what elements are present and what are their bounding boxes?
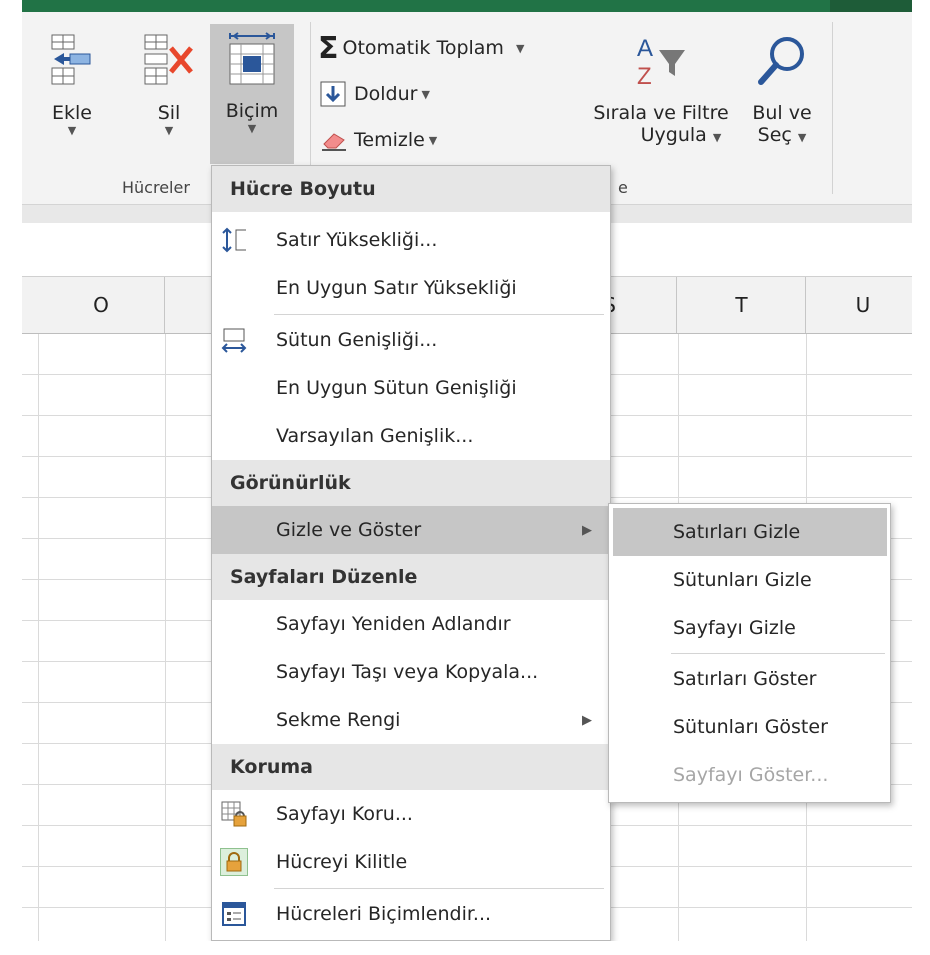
- section-header-protection: Koruma: [212, 744, 610, 790]
- group-label-cells: Hücreler: [122, 178, 190, 197]
- protect-sheet-icon: [220, 800, 248, 828]
- row-height-icon: [220, 226, 248, 254]
- chevron-down-icon: ▼: [797, 131, 807, 144]
- column-width-icon: [220, 326, 248, 354]
- clear-button[interactable]: Temizle ▼: [320, 122, 437, 158]
- menu-separator: [274, 314, 604, 315]
- column-header[interactable]: T: [678, 277, 806, 333]
- column-header[interactable]: O: [38, 277, 165, 333]
- chevron-down-icon: ▼: [67, 124, 77, 137]
- insert-cells-label: Ekle: [52, 102, 92, 124]
- menu-item-protect-sheet[interactable]: Sayfayı Koru...: [212, 790, 610, 838]
- menu-item-label: Gizle ve Göster: [276, 519, 422, 541]
- clear-label: Temizle: [354, 129, 425, 151]
- submenu-item-hide-rows[interactable]: Satırları Gizle: [613, 508, 887, 556]
- menu-item-label: Sayfayı Göster...: [673, 764, 829, 786]
- menu-separator: [274, 888, 604, 889]
- menu-item-autofit-row-height[interactable]: En Uygun Satır Yüksekliği: [212, 264, 610, 312]
- svg-text:A: A: [637, 35, 653, 62]
- submenu-item-hide-columns[interactable]: Sütunları Gizle: [609, 556, 890, 604]
- format-cells-dialog-icon: [220, 900, 248, 928]
- format-cells-button[interactable]: Biçim ▼: [210, 24, 294, 164]
- menu-item-label: Sütunları Gizle: [673, 569, 812, 591]
- format-cells-label: Biçim: [225, 100, 279, 122]
- chevron-down-icon: ▼: [247, 122, 257, 135]
- insert-cells-icon: [51, 34, 91, 85]
- menu-item-lock-cell[interactable]: Hücreyi Kilitle: [212, 838, 610, 886]
- chevron-down-icon: ▼: [164, 124, 174, 137]
- menu-item-label: Hücreleri Biçimlendir...: [276, 903, 492, 925]
- fill-label: Doldur: [354, 83, 418, 105]
- format-cells-icon: [229, 32, 275, 85]
- menu-item-autofit-column-width[interactable]: En Uygun Sütun Genişliği: [212, 364, 610, 412]
- format-dropdown-menu: Hücre Boyutu Satır Yüksekliği... En Uygu…: [211, 165, 611, 941]
- excel-window: Ekle ▼ Sil ▼ Biçim ▼ Hücreler Σ Otomatik…: [0, 0, 930, 955]
- title-bar: [22, 0, 920, 12]
- sigma-icon: Σ: [318, 30, 339, 66]
- delete-cells-button[interactable]: Sil ▼: [132, 32, 206, 137]
- menu-item-label: Sayfayı Taşı veya Kopyala...: [276, 661, 539, 683]
- delete-cells-icon: [144, 34, 193, 85]
- menu-item-label: Varsayılan Genişlik...: [276, 425, 474, 447]
- column-header[interactable]: U: [806, 277, 920, 333]
- chevron-down-icon: ▼: [421, 87, 430, 101]
- menu-item-label: Satırları Göster: [673, 668, 817, 690]
- submenu-item-unhide-sheet: Sayfayı Göster...: [609, 751, 890, 799]
- autosum-button[interactable]: Σ Otomatik Toplam ▼: [318, 30, 524, 66]
- menu-item-format-cells[interactable]: Hücreleri Biçimlendir...: [212, 890, 610, 938]
- menu-item-rename-sheet[interactable]: Sayfayı Yeniden Adlandır: [212, 600, 610, 648]
- menu-item-label: En Uygun Sütun Genişliği: [276, 377, 517, 399]
- section-header-visibility: Görünürlük: [212, 460, 610, 506]
- submenu-item-unhide-columns[interactable]: Sütunları Göster: [609, 703, 890, 751]
- chevron-right-icon: ▶: [582, 522, 592, 538]
- menu-item-move-copy-sheet[interactable]: Sayfayı Taşı veya Kopyala...: [212, 648, 610, 696]
- menu-item-label: Sayfayı Koru...: [276, 803, 413, 825]
- autosum-label: Otomatik Toplam: [342, 37, 504, 59]
- delete-cells-label: Sil: [157, 102, 181, 124]
- menu-item-tab-color[interactable]: Sekme Rengi ▶: [212, 696, 610, 744]
- svg-text:Z: Z: [637, 63, 652, 90]
- section-header-organize-sheets: Sayfaları Düzenle: [212, 554, 610, 600]
- sort-filter-label: Sırala ve Filtre: [593, 102, 729, 124]
- find-select-button[interactable]: Bul ve Seç ▼: [740, 32, 824, 146]
- chevron-down-icon: ▼: [515, 41, 525, 55]
- group-label-editing: e: [618, 178, 628, 197]
- lock-icon: [220, 848, 248, 876]
- menu-item-label: Hücreyi Kilitle: [276, 851, 408, 873]
- menu-item-label: Satırları Gizle: [673, 521, 801, 543]
- menu-item-label: Satır Yüksekliği...: [276, 229, 438, 251]
- menu-item-label: Sayfayı Yeniden Adlandır: [276, 613, 511, 635]
- eraser-icon: [322, 133, 346, 151]
- fill-down-icon: [320, 81, 346, 107]
- insert-cells-button[interactable]: Ekle ▼: [40, 32, 104, 137]
- chevron-down-icon: ▼: [712, 131, 722, 144]
- find-select-label: Bul ve: [752, 102, 812, 124]
- fill-button[interactable]: Doldur ▼: [320, 76, 430, 112]
- menu-item-label: Sayfayı Gizle: [673, 617, 796, 639]
- magnifier-icon: [758, 37, 804, 85]
- menu-item-label: En Uygun Satır Yüksekliği: [276, 277, 517, 299]
- find-select-label-2: Seç ▼: [757, 124, 807, 146]
- menu-separator: [671, 653, 885, 654]
- submenu-item-hide-sheet[interactable]: Sayfayı Gizle: [609, 604, 890, 652]
- menu-item-hide-unhide[interactable]: Gizle ve Göster ▶: [212, 506, 610, 554]
- chevron-right-icon: ▶: [582, 712, 592, 728]
- menu-item-label: Sekme Rengi: [276, 709, 401, 731]
- hide-unhide-submenu: Satırları Gizle Sütunları Gizle Sayfayı …: [608, 503, 891, 803]
- sort-filter-icon: A Z: [637, 35, 685, 90]
- menu-item-column-width[interactable]: Sütun Genişliği...: [212, 316, 610, 364]
- sort-filter-button[interactable]: A Z Sırala ve Filtre Uygula ▼: [586, 32, 736, 146]
- menu-item-label: Sütunları Göster: [673, 716, 828, 738]
- section-header-cell-size: Hücre Boyutu: [212, 166, 610, 212]
- menu-item-default-width[interactable]: Varsayılan Genişlik...: [212, 412, 610, 460]
- chevron-down-icon: ▼: [428, 133, 438, 147]
- menu-item-row-height[interactable]: Satır Yüksekliği...: [212, 216, 610, 264]
- submenu-item-unhide-rows[interactable]: Satırları Göster: [609, 655, 890, 703]
- sort-filter-label-2: Uygula ▼: [640, 124, 722, 146]
- menu-item-label: Sütun Genişliği...: [276, 329, 438, 351]
